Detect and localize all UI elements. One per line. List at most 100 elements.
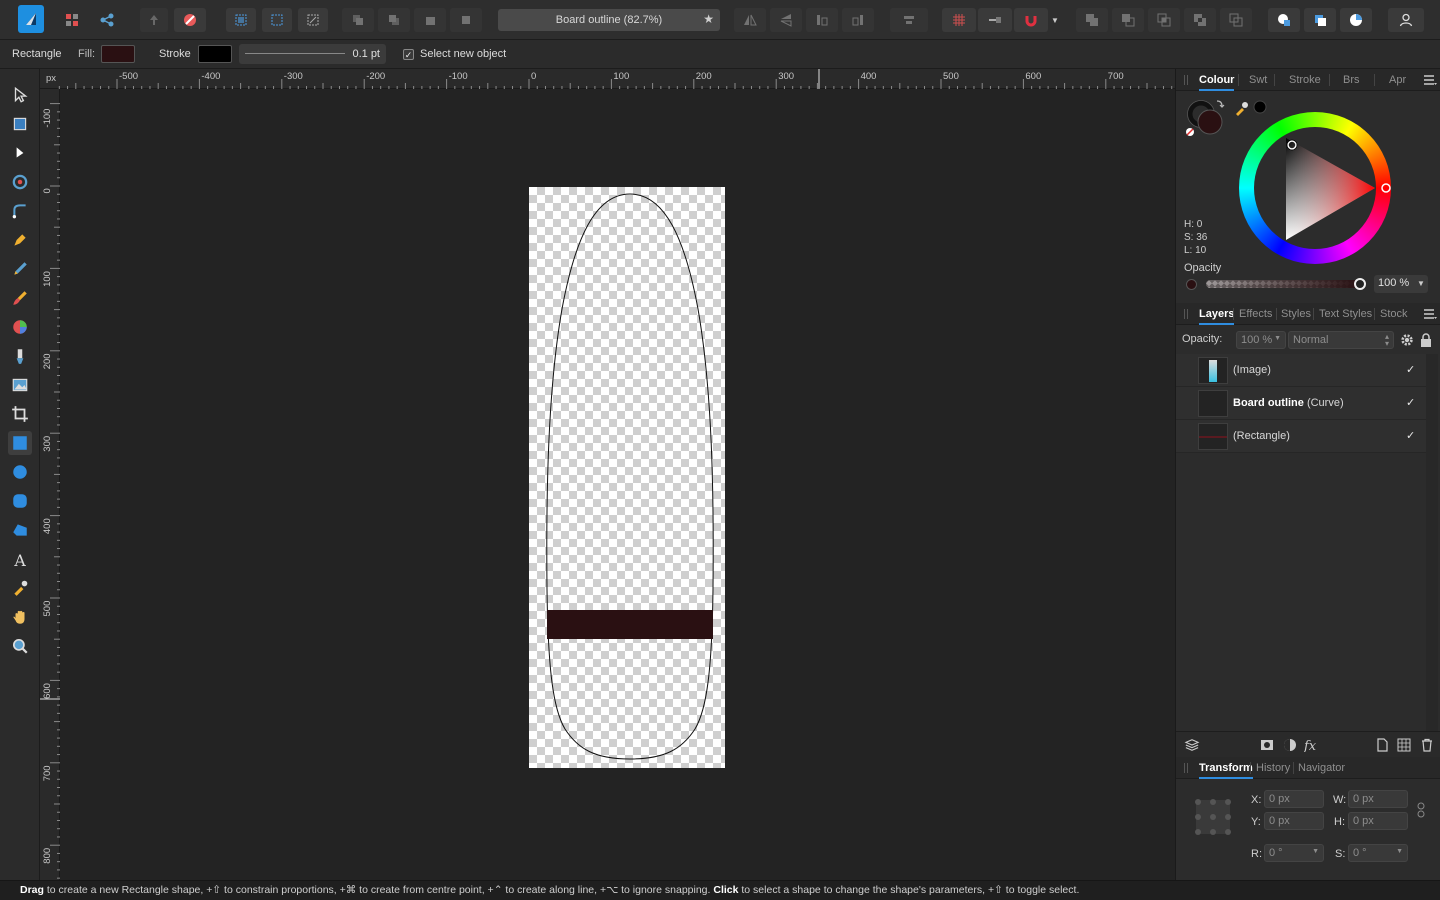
tab-transform[interactable]: Transform [1199,762,1253,779]
persona-export-icon[interactable] [95,8,119,32]
snapping-dropdown-icon[interactable]: ▼ [1048,8,1062,32]
intersect-boolean-icon[interactable] [1148,8,1180,32]
layer-row-rectangle[interactable]: (Rectangle) ✓ [1176,420,1426,453]
rectangle-shape[interactable] [547,610,713,639]
select-all-icon[interactable] [226,8,256,32]
move-to-front-icon[interactable] [450,8,482,32]
view-tool[interactable] [8,605,32,629]
persona-pixel-icon[interactable] [60,8,84,32]
xor-boolean-icon[interactable] [1184,8,1216,32]
x-field[interactable]: 0 px [1264,790,1324,808]
divide-boolean-icon[interactable] [1220,8,1252,32]
zoom-tool[interactable] [8,634,32,658]
delete-layer-icon[interactable] [1420,738,1434,752]
tab-effects[interactable]: Effects [1239,308,1272,320]
stroke-width-slider[interactable]: 0.1 pt [239,44,386,64]
assistant-icon[interactable] [1268,8,1300,32]
tab-text-styles[interactable]: Text Styles [1319,308,1372,320]
pen-tool[interactable] [8,228,32,252]
opacity-slider-handle[interactable] [1354,278,1366,290]
preferences-icon[interactable] [1340,8,1372,32]
blend-mode-select[interactable]: Normal ▴ ▾ [1288,331,1394,349]
arrange-icon[interactable] [1304,8,1336,32]
vertical-ruler[interactable]: -100 0 100 200 300 400 500 600 700 800 [40,89,60,880]
star-icon[interactable]: ★ [703,12,714,26]
rectangle-tool[interactable] [8,431,32,455]
y-field[interactable]: 0 px [1264,812,1324,830]
move-to-back-icon[interactable] [414,8,446,32]
move-tool[interactable] [8,83,32,107]
deselect-icon[interactable] [262,8,292,32]
layer-opacity-field[interactable]: 100 % ▼ [1236,331,1286,349]
layer-settings-gear-icon[interactable] [1400,333,1414,347]
tab-appearance[interactable]: Apr [1389,74,1406,86]
transparency-tool[interactable] [8,344,32,368]
shape-tool[interactable] [8,518,32,542]
tab-styles[interactable]: Styles [1281,308,1311,320]
ellipse-tool[interactable] [8,460,32,484]
snap-line-icon[interactable] [978,8,1012,32]
tab-brushes[interactable]: Brs [1343,74,1360,86]
snapping-grid-icon[interactable] [942,8,976,32]
subtract-boolean-icon[interactable] [1112,8,1144,32]
layer-row-board-outline[interactable]: Board outline (Curve) ✓ [1176,387,1426,420]
tab-history[interactable]: History [1256,762,1290,774]
fx-icon[interactable]: fx [1304,738,1320,752]
node-tool[interactable] [8,141,32,165]
layers-menu-icon[interactable] [1423,308,1437,320]
layer-visibility-checkbox[interactable]: ✓ [1406,397,1418,409]
document-title[interactable]: Board outline (82.7%) ★ [498,9,720,31]
h-field[interactable]: 0 px [1348,812,1408,830]
text-tool[interactable]: A [8,547,32,571]
layer-visibility-checkbox[interactable]: ✓ [1406,364,1418,376]
tab-navigator[interactable]: Navigator [1298,762,1345,774]
tab-layers[interactable]: Layers [1199,308,1235,325]
send-icon[interactable] [140,8,168,32]
move-back-icon[interactable] [342,8,374,32]
add-boolean-icon[interactable] [1076,8,1108,32]
fill-tool[interactable] [8,315,32,339]
add-layer-icon[interactable] [1375,738,1389,752]
fill-stroke-selector[interactable] [1182,97,1242,141]
shear-field[interactable]: 0 ° ▼ [1348,844,1408,862]
colour-picker-tool[interactable] [8,576,32,600]
layers-scrollbar[interactable] [1426,354,1438,731]
flip-horizontal-icon[interactable] [734,8,766,32]
rotate-right-icon[interactable] [842,8,874,32]
place-image-tool[interactable] [8,373,32,397]
select-new-object-checkbox[interactable]: ✓ [403,49,414,60]
artboard-tool[interactable] [8,112,32,136]
opacity-dropdown-icon[interactable]: ▼ [1414,275,1428,293]
adjustment-icon[interactable] [1283,738,1297,752]
layers-stack-icon[interactable] [1184,738,1200,752]
align-icon[interactable] [890,8,928,32]
eraser-brush-icon[interactable] [174,8,206,32]
rounded-rectangle-tool[interactable] [8,489,32,513]
corner-tool[interactable] [8,199,32,223]
lock-icon[interactable] [1420,333,1432,347]
w-field[interactable]: 0 px [1348,790,1408,808]
fill-swatch[interactable] [101,45,135,63]
app-logo-icon[interactable] [18,5,44,33]
pencil-tool[interactable] [8,257,32,281]
flip-vertical-icon[interactable] [770,8,802,32]
tab-swatches[interactable]: Swt [1249,74,1267,86]
anchor-point-selector[interactable] [1192,796,1234,838]
invert-selection-icon[interactable] [298,8,328,32]
move-forward-icon[interactable] [378,8,410,32]
vector-brush-tool[interactable] [8,286,32,310]
contour-tool[interactable] [8,170,32,194]
board-outline-curve[interactable] [546,193,714,760]
tab-stroke[interactable]: Stroke [1289,74,1321,86]
rotation-field[interactable]: 0 ° ▼ [1264,844,1324,862]
layer-visibility-checkbox[interactable]: ✓ [1406,430,1418,442]
panel-menu-icon[interactable] [1423,74,1437,86]
canvas[interactable] [60,89,1175,880]
tab-stock[interactable]: Stock [1380,308,1408,320]
mask-layer-icon[interactable] [1260,738,1274,752]
colour-triangle[interactable] [1239,112,1391,264]
layer-row-image[interactable]: (Image) ✓ [1176,354,1426,387]
magnet-snapping-icon[interactable] [1014,8,1048,32]
opacity-slider[interactable] [1206,280,1361,288]
rotate-left-icon[interactable] [806,8,838,32]
